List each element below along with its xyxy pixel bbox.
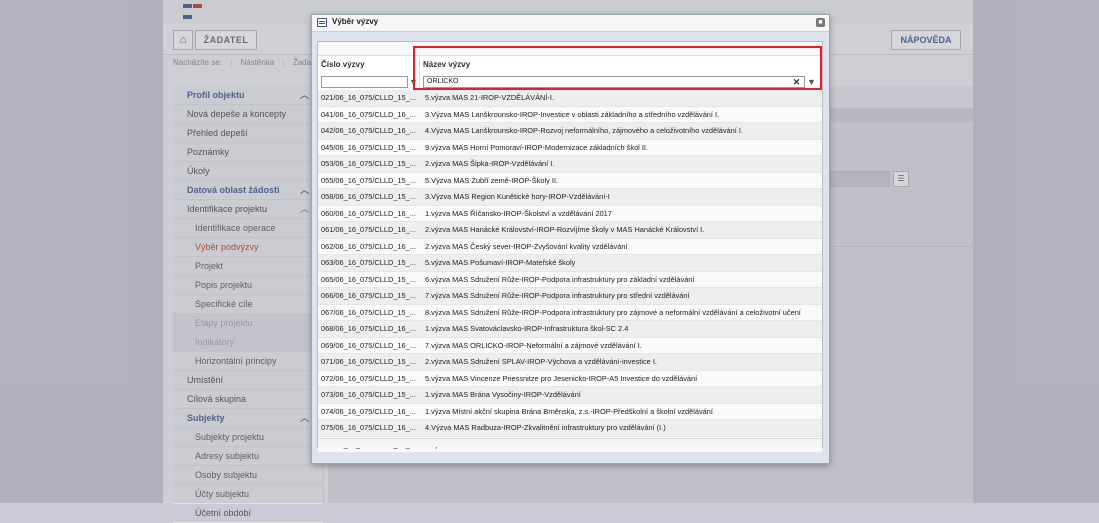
cell-call-name: 2.výzva MAS Šipka-IROP-Vzdělávání I. [425, 159, 555, 168]
cell-call-name: 8.výzva MAS Sdružení Růže-IROP-Podpora i… [425, 307, 801, 317]
cell-call-name: 1.výzva Místní akční skupina Brána Brněn… [425, 406, 713, 416]
cell-call-name: 3.Výzva MAS Region Kunětické hory-IROP-V… [425, 192, 610, 201]
cell-call-name: 3.Výzva MAS Lanškrounsko-IROP-Investice … [425, 109, 720, 119]
cell-call-name: 4.Výzva MAS Radbuza-IROP-Zkvalitnění inf… [425, 423, 666, 432]
table-row[interactable]: 041/06_16_075/CLLD_16_... 3.Výzva MAS Lan… [318, 106, 822, 123]
cell-call-code: 045/06_16_075/CLLD_15_... [321, 142, 416, 152]
cell-call-code: 062/06_16_075/CLLD_16_... [321, 241, 416, 251]
cell-call-code: 068/06_16_075/CLLD_16_... [321, 324, 416, 333]
table-row[interactable]: 069/06_16_075/CLLD_16_... 7.výzva MAS ORL… [318, 337, 822, 354]
sidebar-item-label: Účetní období [195, 508, 252, 518]
dialog-header: Výběr výzvy ■ [312, 15, 829, 32]
table-row[interactable]: 065/06_16_075/CLLD_15_... 6.výzva MAS Sdr… [318, 271, 822, 288]
table-row[interactable]: 058/06_16_075/CLLD_15_... 3.Výzva MAS Reg… [318, 189, 822, 206]
close-icon[interactable]: ■ [816, 18, 825, 27]
cell-call-code: 072/06_16_075/CLLD_15_... [321, 373, 416, 383]
sidebar-item[interactable]: Účetní období [173, 504, 323, 523]
cell-call-code: 071/06_16_075/CLLD_15_... [321, 357, 416, 366]
table-row[interactable]: 045/06_16_075/CLLD_15_... 9.výzva MAS Hor… [318, 139, 822, 156]
cell-call-name: 1.výzva MAS Brána Vysočiny-IROP-Vzdělává… [425, 390, 581, 399]
cell-call-code: 042/06_16_075/CLLD_16_... [321, 126, 416, 135]
grid-rows: 021/06_16_075/CLLD_15_... 5.výzva MAS 21-… [318, 90, 822, 453]
dialog-body: Číslo výzvy Název výzvy ▼ ORLICKO ✕ ▼ 02… [312, 32, 829, 463]
cell-call-code: 053/06_16_075/CLLD_15_... [321, 159, 416, 168]
cell-call-code: 055/06_16_075/CLLD_15_... [321, 175, 416, 185]
cell-call-code: 060/06_16_075/CLLD_16_... [321, 208, 416, 218]
cell-call-name: 5.výzva MAS Pošumaví-IROP-Mateřské školy [425, 258, 576, 267]
calls-grid: Číslo výzvy Název výzvy ▼ ORLICKO ✕ ▼ 02… [317, 41, 823, 453]
dialog-title: Výběr výzvy [332, 17, 379, 26]
cell-call-code: 041/06_16_075/CLLD_16_... [321, 109, 416, 119]
cell-call-name: 5.Výzva MAS Zubří země-IROP-Školy II. [425, 175, 559, 185]
window-icon [317, 18, 327, 27]
cell-call-code: 067/06_16_075/CLLD_15_... [321, 307, 416, 317]
cell-call-code: 021/06_16_075/CLLD_15_... [321, 93, 416, 102]
table-row[interactable]: 062/06_16_075/CLLD_16_... 2.výzva MAS Čes… [318, 238, 822, 255]
cell-call-name: 9.výzva MAS Horní Pomoraví-IROP-Moderniz… [425, 142, 649, 152]
table-row[interactable]: 068/06_16_075/CLLD_16_... 1.výzva MAS Sva… [318, 321, 822, 338]
cell-call-name: 2.výzva MAS Hanácké Království-IROP-Rozv… [425, 225, 705, 234]
column-header-code[interactable]: Číslo výzvy [318, 56, 419, 74]
table-row[interactable]: 071/06_16_075/CLLD_15_... 2.výzva MAS Sdr… [318, 354, 822, 371]
table-row[interactable]: 075/06_16_075/CLLD_16_... 4.Výzva MAS Rad… [318, 420, 822, 437]
cell-call-code: 063/06_16_075/CLLD_15_... [321, 258, 416, 267]
cell-call-name: 2.výzva MAS Sdružení SPLAV-IROP-Výchova … [425, 357, 657, 366]
table-row[interactable]: 021/06_16_075/CLLD_15_... 5.výzva MAS 21-… [318, 90, 822, 107]
table-row[interactable]: 074/06_16_075/CLLD_16_... 1.výzva Místní … [318, 403, 822, 420]
table-row[interactable]: 073/06_16_075/CLLD_15_... 1.výzva MAS Brá… [318, 387, 822, 404]
table-row[interactable]: 060/06_16_075/CLLD_16_... 1.výzva MAS Říč… [318, 205, 822, 222]
table-row[interactable]: 067/06_16_075/CLLD_15_... 8.výzva MAS Sdr… [318, 304, 822, 321]
cell-call-code: 075/06_16_075/CLLD_16_... [321, 423, 416, 432]
horizontal-scrollbar[interactable] [318, 438, 822, 447]
code-filter-input[interactable] [321, 76, 408, 88]
table-row[interactable]: 072/06_16_075/CLLD_15_... 5.výzva MAS Vin… [318, 370, 822, 387]
cell-call-code: 074/06_16_075/CLLD_16_... [321, 406, 416, 416]
cell-call-name: 7.výzva MAS ORLICKO-IROP-Neformální a zá… [425, 340, 642, 350]
cell-call-code: 069/06_16_075/CLLD_16_... [321, 340, 416, 350]
cell-call-code: 065/06_16_075/CLLD_15_... [321, 274, 416, 284]
cell-call-code: 058/06_16_075/CLLD_15_... [321, 192, 416, 201]
cell-call-name: 2.výzva MAS Český sever-IROP-Zvyšování k… [425, 241, 628, 251]
cell-call-name: 7.výzva MAS Sdružení Růže-IROP-Podpora i… [425, 291, 690, 300]
table-row[interactable]: 066/06_16_075/CLLD_15_... 7.výzva MAS Sdr… [318, 288, 822, 305]
highlight-box [413, 46, 822, 90]
cell-call-code: 061/06_16_075/CLLD_16_... [321, 225, 416, 234]
cell-call-name: 6.výzva MAS Sdružení Růže-IROP-Podpora i… [425, 274, 695, 284]
cell-call-code: 066/06_16_075/CLLD_15_... [321, 291, 416, 300]
cell-call-name: 4.Výzva MAS Lanškrounsko-IROP-Rozvoj nef… [425, 126, 743, 135]
table-row[interactable]: 063/06_16_075/CLLD_15_... 5.výzva MAS Poš… [318, 255, 822, 272]
cell-call-name: 5.výzva MAS 21-IROP-VZDĚLÁVÁNÍ-I. [425, 93, 554, 102]
table-row[interactable]: 055/06_16_075/CLLD_15_... 5.Výzva MAS Zub… [318, 172, 822, 189]
cell-call-name: 1.výzva MAS Svatováclavsko-IROP-Infrastr… [425, 324, 629, 333]
cell-call-name: 1.výzva MAS Říčansko-IROP-Školství a vzd… [425, 208, 612, 218]
table-row[interactable]: 042/06_16_075/CLLD_16_... 4.Výzva MAS Lan… [318, 123, 822, 140]
table-row[interactable]: 053/06_16_075/CLLD_15_... 2.výzva MAS Šip… [318, 156, 822, 173]
cell-call-code: 073/06_16_075/CLLD_15_... [321, 390, 416, 399]
table-row[interactable]: 061/06_16_075/CLLD_16_... 2.výzva MAS Han… [318, 222, 822, 239]
cell-call-name: 5.výzva MAS Vincenze Priessnitze pro Jes… [425, 373, 698, 383]
